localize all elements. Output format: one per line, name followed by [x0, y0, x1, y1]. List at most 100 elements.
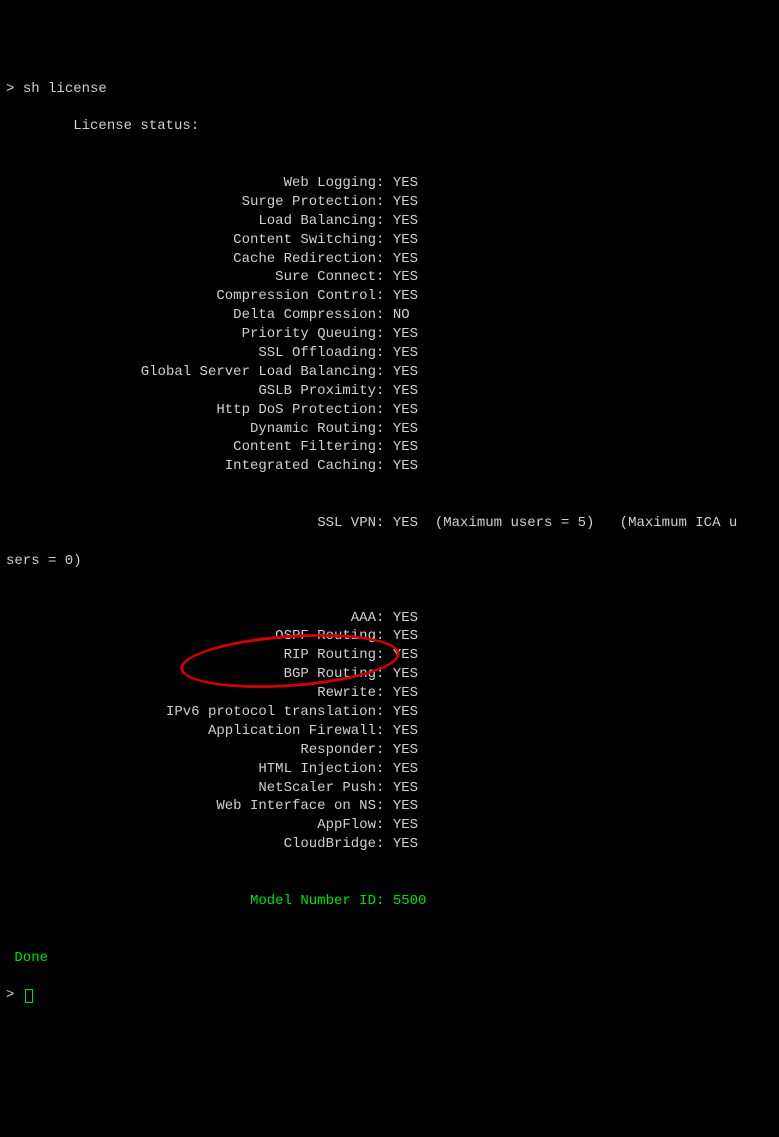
feature-value: YES — [393, 251, 418, 267]
feature-line: AAA: YES — [6, 609, 773, 628]
feature-label: BGP Routing — [6, 665, 376, 684]
feature-line: RIP Routing: YES — [6, 646, 773, 665]
feature-line: Http DoS Protection: YES — [6, 401, 773, 420]
feature-value: YES — [393, 666, 418, 682]
feature-line: Rewrite: YES — [6, 684, 773, 703]
feature-label: Content Switching — [6, 231, 376, 250]
feature-label: Integrated Caching — [6, 457, 376, 476]
feature-value: YES — [393, 628, 418, 644]
feature-label: AppFlow — [6, 816, 376, 835]
feature-value: YES — [393, 704, 418, 720]
feature-label: OSPF Routing — [6, 627, 376, 646]
feature-line: Load Balancing: YES — [6, 212, 773, 231]
feature-label: Application Firewall — [6, 722, 376, 741]
feature-label: Cache Redirection — [6, 250, 376, 269]
command-line: > sh license — [6, 80, 773, 99]
feature-value: YES — [393, 458, 418, 474]
feature-label: Web Interface on NS — [6, 797, 376, 816]
feature-line: IPv6 protocol translation: YES — [6, 703, 773, 722]
feature-value: YES — [393, 685, 418, 701]
sslvpn-extra: (Maximum users = 5) (Maximum ICA u — [418, 515, 737, 531]
feature-value: YES — [393, 213, 418, 229]
feature-value: YES — [393, 364, 418, 380]
feature-value: YES — [393, 780, 418, 796]
feature-line: HTML Injection: YES — [6, 760, 773, 779]
feature-label: RIP Routing — [6, 646, 376, 665]
feature-value: YES — [393, 798, 418, 814]
feature-value: YES — [393, 761, 418, 777]
feature-line: AppFlow: YES — [6, 816, 773, 835]
feature-label: GSLB Proximity — [6, 382, 376, 401]
feature-line: Dynamic Routing: YES — [6, 420, 773, 439]
feature-line: Application Firewall: YES — [6, 722, 773, 741]
feature-line: Integrated Caching: YES — [6, 457, 773, 476]
feature-label: Global Server Load Balancing — [6, 363, 376, 382]
prompt-line[interactable]: > — [6, 986, 773, 1005]
feature-label: Surge Protection — [6, 193, 376, 212]
feature-line: Responder: YES — [6, 741, 773, 760]
feature-value: YES — [393, 232, 418, 248]
feature-value: YES — [393, 175, 418, 191]
feature-label: Priority Queuing — [6, 325, 376, 344]
feature-value: YES — [393, 194, 418, 210]
feature-label: Rewrite — [6, 684, 376, 703]
end-prompt-symbol: > — [6, 987, 14, 1003]
feature-label: IPv6 protocol translation — [6, 703, 376, 722]
feature-value: YES — [393, 288, 418, 304]
feature-line: Global Server Load Balancing: YES — [6, 363, 773, 382]
feature-value: YES — [393, 402, 418, 418]
feature-label: Http DoS Protection — [6, 401, 376, 420]
feature-value: YES — [393, 345, 418, 361]
sslvpn-wrap-line: sers = 0) — [6, 552, 773, 571]
feature-label: NetScaler Push — [6, 779, 376, 798]
feature-line: OSPF Routing: YES — [6, 627, 773, 646]
feature-line: Web Interface on NS: YES — [6, 797, 773, 816]
prompt-symbol: > — [6, 81, 14, 97]
feature-label: Sure Connect — [6, 268, 376, 287]
feature-line: Compression Control: YES — [6, 287, 773, 306]
feature-line: Cache Redirection: YES — [6, 250, 773, 269]
feature-label: CloudBridge — [6, 835, 376, 854]
feature-label: Web Logging — [6, 174, 376, 193]
feature-value: YES — [393, 836, 418, 852]
license-status-header: License status: — [73, 118, 199, 134]
feature-label: SSL Offloading — [6, 344, 376, 363]
feature-line: CloudBridge: YES — [6, 835, 773, 854]
model-value: 5500 — [393, 893, 427, 909]
sslvpn-line: SSL VPN: YES (Maximum users = 5) (Maximu… — [6, 514, 773, 533]
feature-label: Compression Control — [6, 287, 376, 306]
feature-line: Content Switching: YES — [6, 231, 773, 250]
feature-line: SSL Offloading: YES — [6, 344, 773, 363]
feature-label: HTML Injection — [6, 760, 376, 779]
feature-label: Responder — [6, 741, 376, 760]
sslvpn-label: SSL VPN — [6, 514, 376, 533]
feature-value: YES — [393, 610, 418, 626]
feature-value: YES — [393, 439, 418, 455]
header-line: License status: — [6, 117, 773, 136]
done-line: Done — [6, 949, 773, 968]
feature-value: YES — [393, 326, 418, 342]
feature-label: Delta Compression — [6, 306, 376, 325]
feature-label: AAA — [6, 609, 376, 628]
feature-line: NetScaler Push: YES — [6, 779, 773, 798]
feature-value: YES — [393, 742, 418, 758]
feature-line: Delta Compression: NO — [6, 306, 773, 325]
command-text: sh license — [23, 81, 107, 97]
feature-label: Content Filtering — [6, 438, 376, 457]
feature-value: YES — [393, 647, 418, 663]
feature-value: NO — [393, 307, 410, 323]
feature-line: GSLB Proximity: YES — [6, 382, 773, 401]
model-line: Model Number ID: 5500 — [6, 892, 773, 911]
cursor-icon — [25, 989, 33, 1003]
feature-line: BGP Routing: YES — [6, 665, 773, 684]
feature-value: YES — [393, 383, 418, 399]
feature-value: YES — [393, 817, 418, 833]
feature-value: YES — [393, 269, 418, 285]
feature-label: Load Balancing — [6, 212, 376, 231]
feature-line: Priority Queuing: YES — [6, 325, 773, 344]
feature-line: Surge Protection: YES — [6, 193, 773, 212]
model-label: Model Number ID — [6, 892, 376, 911]
feature-line: Sure Connect: YES — [6, 268, 773, 287]
feature-value: YES — [393, 723, 418, 739]
feature-line: Content Filtering: YES — [6, 438, 773, 457]
